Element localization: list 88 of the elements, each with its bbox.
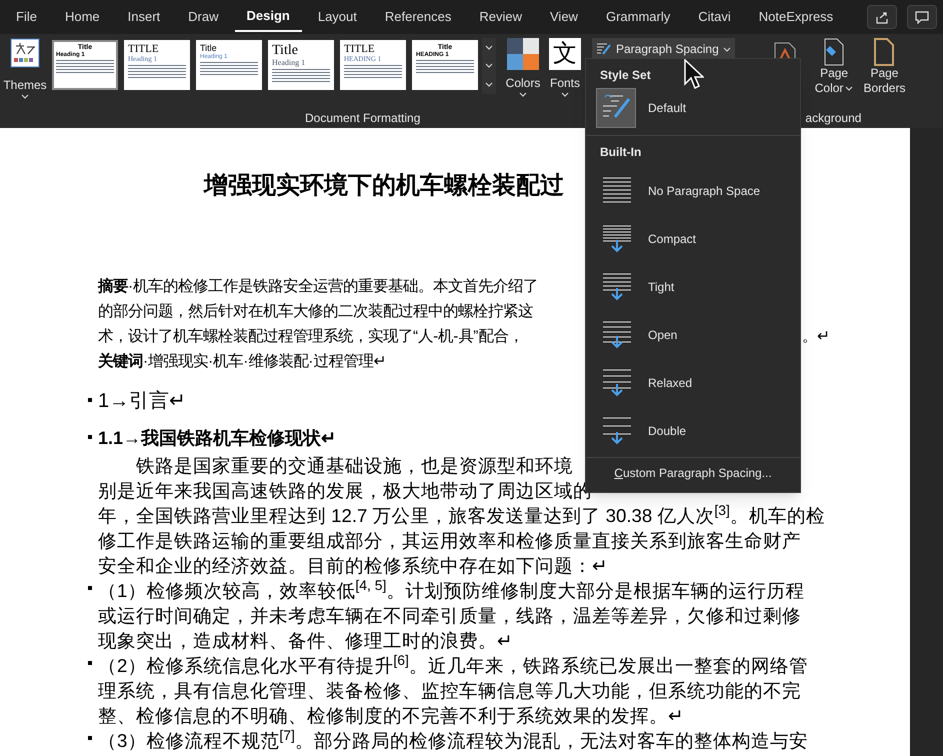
comment-button[interactable]: [907, 5, 937, 29]
menu-item[interactable]: Relaxed: [586, 359, 800, 407]
page-border-icon: [873, 38, 896, 66]
caret-icon: [845, 86, 854, 91]
page-borders-button[interactable]: Page Borders: [863, 38, 906, 96]
thumbnail-body-lines: [272, 69, 330, 82]
thumbnail-body-lines: [344, 65, 402, 78]
text-line: 或运行时间确定，并未考虑车辆在不同牵引质量，线路，温差等差异，欠修和过剩修: [98, 604, 801, 628]
text-line: 理系统，具有信息化管理、装备检修、监控车辆信息等几大功能，但系统功能的不完: [98, 679, 801, 703]
menu-item[interactable]: Open: [586, 311, 800, 359]
paragraph-spacing-button[interactable]: Paragraph Spacing: [592, 38, 735, 60]
menu-item[interactable]: Custom Paragraph Spacing...: [586, 458, 800, 488]
text-line: 铁路是国家重要的交通基础设施，也是资源型和环境: [135, 454, 573, 478]
caret-icon: [561, 92, 569, 97]
menu-item[interactable]: Double: [586, 407, 800, 455]
paragraph-spacing-icon: [602, 320, 632, 350]
text-line: （1）检修频次较高，效率较低$^{[4, 5]}$。计划预防维修制度大部分是根据车辆的运行历程: [98, 577, 804, 603]
themes-icon: [10, 38, 40, 68]
page-color-button[interactable]: Page Color: [814, 38, 854, 96]
fonts-button[interactable]: 文 Fonts: [548, 38, 582, 97]
ribbon-tab[interactable]: Draw: [176, 2, 230, 32]
mouse-cursor-icon: [684, 59, 704, 91]
style-set-thumbnail[interactable]: Title Heading 1: [268, 40, 334, 90]
thumbnail-body-lines: [200, 62, 258, 75]
thumbnail-title: TITLE: [128, 44, 160, 55]
text-line: （2）检修系统信息化水平有待提升$^{[6]}$。近几年来，铁路系统已发展出一整套的网络管: [98, 652, 808, 678]
text-line: 安全和企业的经济效益。目前的检修系统中存在如下问题：↵: [98, 554, 608, 578]
text-line: 修工作是铁路运输的重要组成部分，其运用效率和检修质量直接关系到旅客生命财产: [98, 529, 801, 553]
ribbon-tab[interactable]: Layout: [306, 2, 369, 32]
text-line: 整、检修信息的不明确、检修制度的不完善不利于系统效果的发挥。↵: [98, 704, 684, 728]
text-line: 。↵: [801, 327, 830, 347]
document-title: 增强现实环境下的机车螺栓装配过: [204, 171, 564, 201]
list-marker-icon: [88, 398, 92, 402]
paragraph-spacing-icon: [602, 224, 632, 254]
more-icon: [485, 82, 493, 88]
menu-section-header: Style Set: [600, 67, 651, 84]
scroll-up-icon: [485, 44, 493, 50]
paragraph-spacing-icon: [596, 42, 612, 56]
text-line: 关键词·增强现实·机车·维修装配·过程管理↵: [98, 352, 386, 372]
ribbon-tab[interactable]: View: [538, 2, 590, 32]
ribbon-tab[interactable]: Review: [467, 2, 534, 32]
caret-icon: [21, 94, 29, 99]
menu-item[interactable]: Default: [586, 84, 800, 132]
caret-icon: [485, 63, 493, 68]
text-line: （3）检修流程不规范$^{[7]}$。部分路局的检修流程较为混乱，无法对客车的整体构造与安: [98, 727, 808, 753]
colors-button[interactable]: Colors: [504, 38, 542, 97]
thumbnail-title: TITLE: [344, 44, 376, 55]
comment-icon: [915, 10, 929, 24]
thumbnail-title: Title: [200, 44, 218, 53]
scrollbar-track[interactable]: [910, 128, 943, 756]
thumbnail-body-lines: [416, 60, 474, 73]
ribbon-tab[interactable]: File: [4, 2, 49, 32]
menu-item[interactable]: Compact: [586, 215, 800, 263]
list-marker-icon: [88, 435, 92, 439]
share-button[interactable]: [867, 5, 897, 29]
ribbon-tab[interactable]: Grammarly: [594, 2, 682, 32]
paragraph-spacing-icon: [602, 368, 632, 398]
menu-item[interactable]: Tight: [586, 263, 800, 311]
text-line: 的部分问题，然后针对在机车大修的二次装配过程中的螺栓拧紧这: [98, 302, 533, 322]
fonts-glyph: 文: [549, 38, 581, 70]
text-line: 摘要·机车的检修工作是铁路安全运营的重要基础。本文首先介绍了: [98, 276, 538, 297]
color-palette-icon: [507, 38, 539, 70]
menu-item[interactable]: No Paragraph Space: [586, 167, 800, 215]
ribbon-tab[interactable]: References: [372, 2, 464, 32]
caret-icon: [722, 46, 731, 52]
caret-icon: [519, 92, 527, 97]
paragraph-spacing-icon: [602, 416, 632, 446]
ribbon-tab[interactable]: Insert: [116, 2, 172, 32]
heading-1: 1→引言↵: [98, 390, 186, 412]
group-label: ackground: [805, 110, 862, 127]
ribbon-tab[interactable]: NoteExpress: [746, 2, 846, 32]
thumbnail-title: Title: [272, 44, 299, 58]
ribbon-tab[interactable]: Citavi: [686, 2, 743, 32]
text-line: 年，全国铁路营业里程达到 12.7 万公里，旅客发送量达到了 30.38 亿人次$^{[3]}$。机车的检: [98, 502, 825, 528]
text-line: 现象突出，造成材料、备件、修理工时的浪费。↵: [98, 629, 513, 653]
ribbon-tab[interactable]: Design: [234, 2, 302, 32]
menu-section-header: Built-In: [599, 144, 642, 161]
thumbnail-heading: Heading 1: [272, 59, 306, 67]
thumbnail-body-lines: [128, 65, 186, 78]
themes-button[interactable]: Themes: [2, 38, 48, 99]
text-line: 术，设计了机车螺栓装配过程管理系统，实现了“人-机-具”配合，: [98, 327, 524, 347]
gallery-scrollbar[interactable]: [482, 38, 496, 94]
paragraph-spacing-icon: [602, 272, 632, 302]
share-icon: [875, 10, 889, 24]
thumbnail-body-lines: [56, 60, 114, 73]
ribbon-tab[interactable]: Home: [52, 2, 112, 32]
heading-2: 1.1→我国铁路机车检修现状↵: [98, 428, 336, 448]
group-label: Document Formatting: [305, 110, 420, 127]
